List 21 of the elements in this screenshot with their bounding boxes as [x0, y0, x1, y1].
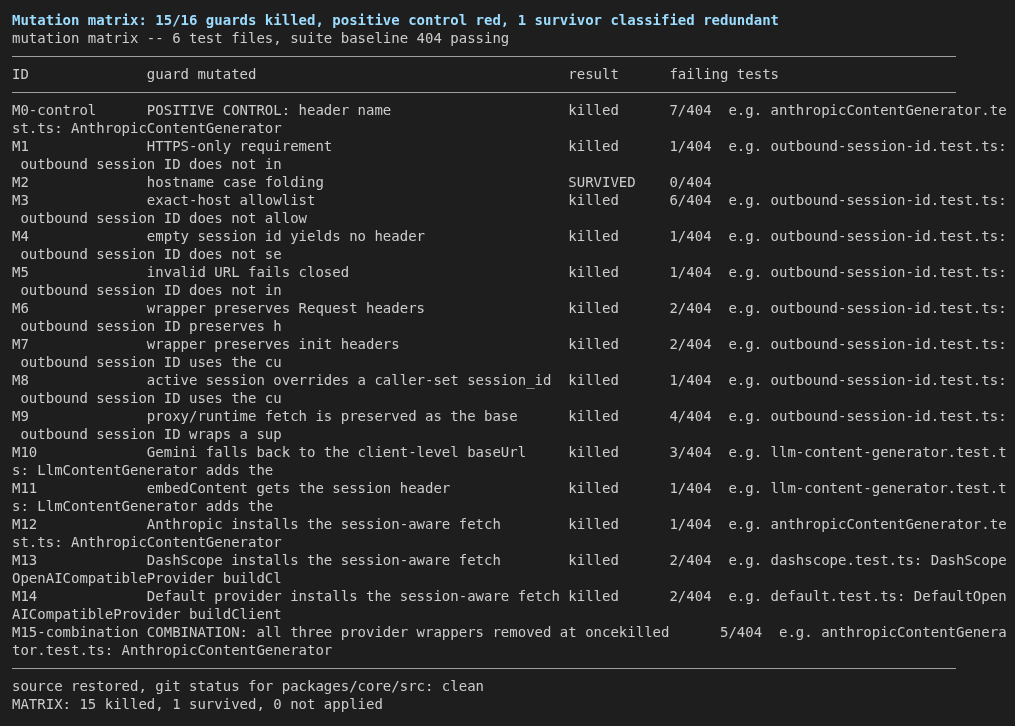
matrix-row-text: M7 wrapper preserves init headers killed 2/404 e.g. outbound-session-id.test.ts: outbound session ID uses the cu	[12, 335, 1008, 371]
matrix-row-text: M15-combination COMBINATION: all three provider wrappers removed at oncekilled 5/404 e.g. anthropicContentGenerator.test.ts: AnthropicContentGenerator	[12, 623, 1008, 659]
matrix-row-text: M5 invalid URL fails closed killed 1/404 e.g. outbound-session-id.test.ts: outbound session ID does not in	[12, 263, 1008, 299]
report-title: Mutation matrix: 15/16 guards killed, positive control red, 1 survivor classified redundant	[12, 11, 780, 29]
summary-line: MATRIX: 15 killed, 1 survived, 0 not applied	[12, 695, 384, 713]
matrix-row-text: M12 Anthropic installs the session-aware fetch killed 1/404 e.g. anthropicContentGenerator.test.ts: AnthropicContentGenerator	[12, 515, 1008, 551]
matrix-row-text: M1 HTTPS-only requirement killed 1/404 e.g. outbound-session-id.test.ts: outbound session ID does not in	[12, 137, 1008, 173]
matrix-row-text: M8 active session overrides a caller-set session_id killed 1/404 e.g. outbound-session-id.test.ts: outbound session ID uses the cu	[12, 371, 1008, 407]
matrix-row-text: M14 Default provider installs the session-aware fetch killed 2/404 e.g. default.test.ts: DefaultOpenAICompatibleProvider buildClient	[12, 587, 1008, 623]
matrix-row-text: M6 wrapper preserves Request headers killed 2/404 e.g. outbound-session-id.test.ts: outbound session ID preserves h	[12, 299, 1008, 335]
matrix-row-text: M4 empty session id yields no header killed 1/404 e.g. outbound-session-id.test.ts: outbound session ID does not se	[12, 227, 1008, 263]
matrix-row-text: M3 exact-host allowlist killed 6/404 e.g. outbound-session-id.test.ts: outbound session ID does not allow	[12, 191, 1008, 227]
matrix-row-text: M9 proxy/runtime fetch is preserved as the base killed 4/404 e.g. outbound-session-id.test.ts: outbound session ID wraps a sup	[12, 407, 1008, 443]
column-header-line: ID guard mutated result failing tests	[12, 65, 780, 83]
matrix-row-text: M10 Gemini falls back to the client-level baseUrl killed 3/404 e.g. llm-content-generator.test.ts: LlmContentGenerator adds the	[12, 443, 1008, 479]
matrix-row-text: M13 DashScope installs the session-aware fetch killed 2/404 e.g. dashscope.test.ts: DashScopeOpenAICompatibleProvider buildCl	[12, 551, 1008, 587]
report-subtitle: mutation matrix -- 6 test files, suite baseline 404 passing	[12, 29, 511, 47]
matrix-row-text: M0-control POSITIVE CONTROL: header name killed 7/404 e.g. anthropicContentGenerator.test.ts: AnthropicContentGenerator	[12, 101, 1008, 137]
matrix-row-text: M11 embedContent gets the session header killed 1/404 e.g. llm-content-generator.test.ts: LlmContentGenerator adds the	[12, 479, 1008, 515]
matrix-row-text: M2 hostname case folding SURVIVED 0/404	[12, 173, 713, 191]
summary-line: source restored, git status for packages/core/src: clean	[12, 677, 485, 695]
